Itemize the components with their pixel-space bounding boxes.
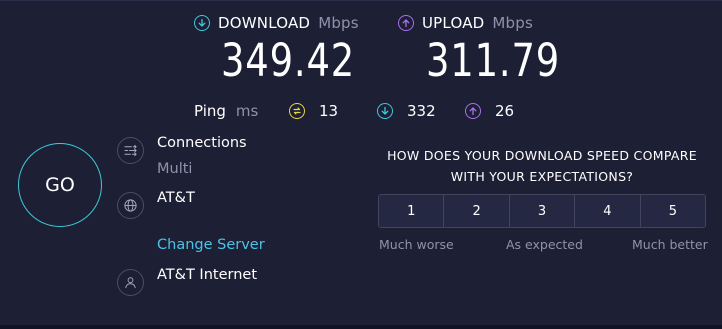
scale-label-mid: As expected — [506, 237, 583, 252]
idle-latency-icon — [289, 103, 305, 119]
ping-upload-value: 26 — [495, 102, 515, 120]
rating-scale: 1 2 3 4 5 — [378, 194, 706, 228]
globe-icon — [117, 192, 144, 219]
server-name: AT&T — [157, 190, 195, 206]
ping-unit: ms — [235, 102, 259, 120]
bottom-edge — [0, 325, 722, 329]
download-header: DOWNLOAD Mbps — [194, 14, 359, 32]
ping-idle: 13 — [289, 102, 338, 120]
provider-name: AT&T Internet — [157, 267, 257, 283]
download-arrow-icon — [194, 15, 210, 31]
upload-arrow-icon — [398, 15, 414, 31]
rating-option-1[interactable]: 1 — [379, 195, 445, 227]
rating-option-4[interactable]: 4 — [575, 195, 641, 227]
download-title: DOWNLOAD — [218, 14, 311, 32]
download-speed-value: 349.42 — [221, 34, 356, 87]
upload-latency-icon — [465, 103, 481, 119]
scale-label-high: Much better — [632, 237, 708, 252]
upload-speed-value: 311.79 — [426, 34, 561, 87]
rating-option-5[interactable]: 5 — [640, 195, 705, 227]
survey-question: HOW DOES YOUR DOWNLOAD SPEED COMPARE WIT… — [378, 145, 706, 187]
connections-label: Connections — [157, 135, 247, 151]
user-icon — [117, 269, 144, 296]
connections-value: Multi — [157, 161, 193, 177]
download-latency-icon — [377, 103, 393, 119]
speedtest-panel: DOWNLOAD Mbps 349.42 UPLOAD Mbps 311.79 … — [0, 0, 722, 329]
upload-title: UPLOAD — [422, 14, 485, 32]
change-server-link[interactable]: Change Server — [157, 237, 265, 253]
rating-option-2[interactable]: 2 — [444, 195, 510, 227]
survey-question-line2: WITH YOUR EXPECTATIONS? — [450, 169, 634, 184]
ping-download: 332 — [377, 102, 436, 120]
survey-question-line1: HOW DOES YOUR DOWNLOAD SPEED COMPARE — [387, 148, 697, 163]
ping-idle-value: 13 — [319, 102, 339, 120]
ping-label: Ping — [194, 102, 226, 120]
upload-header: UPLOAD Mbps — [398, 14, 533, 32]
ping-row: Ping ms 13 332 26 — [194, 101, 514, 121]
connections-icon — [117, 137, 144, 164]
ping-upload: 26 — [465, 102, 514, 120]
ping-download-value: 332 — [407, 102, 436, 120]
upload-unit: Mbps — [492, 14, 534, 32]
rating-option-3[interactable]: 3 — [509, 195, 576, 227]
go-button[interactable]: GO — [18, 143, 102, 227]
scale-label-low: Much worse — [379, 237, 454, 252]
download-unit: Mbps — [318, 14, 359, 32]
